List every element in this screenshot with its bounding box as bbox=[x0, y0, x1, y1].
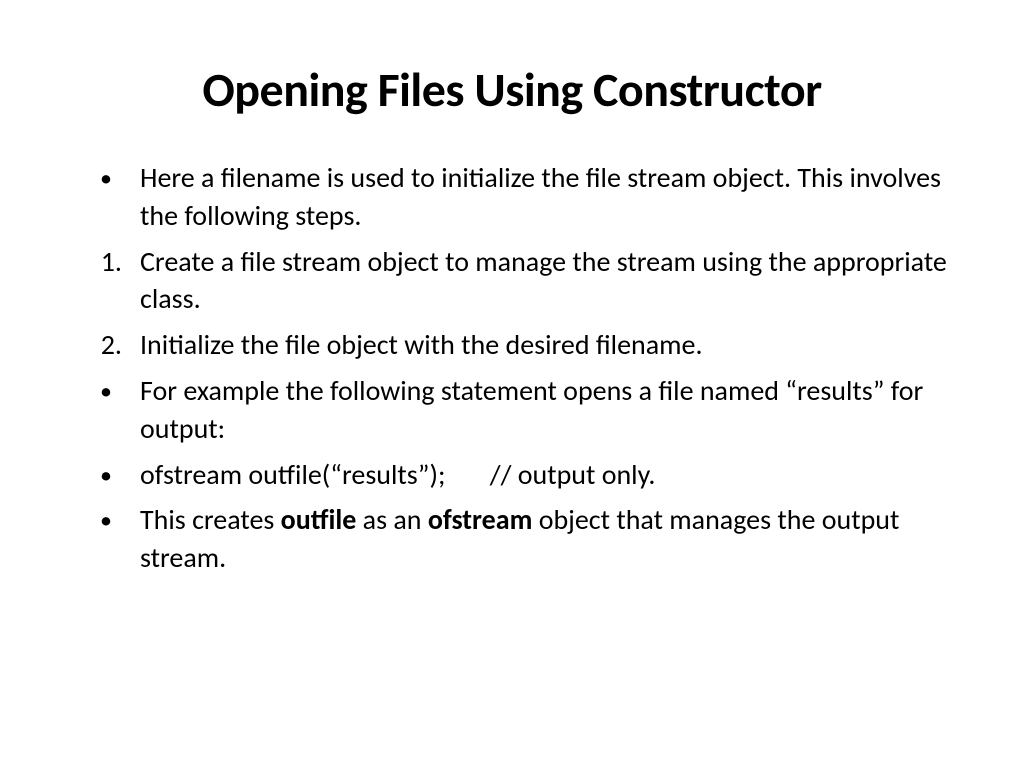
bullet-icon: • bbox=[100, 501, 140, 577]
slide-title: Opening Files Using Constructor bbox=[70, 60, 954, 119]
list-item: 2. Initialize the file object with the d… bbox=[70, 326, 954, 364]
list-item: • ofstream outfile(“results”); // output… bbox=[70, 456, 954, 494]
list-item: • Here a filename is used to initialize … bbox=[70, 159, 954, 235]
item-text: ofstream outfile(“results”); // output o… bbox=[140, 456, 954, 494]
item-text: Here a filename is used to initialize th… bbox=[140, 159, 954, 235]
bullet-icon: • bbox=[100, 456, 140, 494]
item-text-rich: This creates outfile as an ofstream obje… bbox=[140, 501, 954, 577]
number-marker: 2. bbox=[90, 326, 140, 364]
number-marker: 1. bbox=[90, 243, 140, 319]
list-item: • For example the following statement op… bbox=[70, 372, 954, 448]
slide-content: • Here a filename is used to initialize … bbox=[70, 159, 954, 577]
item-text: For example the following statement open… bbox=[140, 372, 954, 448]
list-item: • This creates outfile as an ofstream ob… bbox=[70, 501, 954, 577]
bullet-icon: • bbox=[100, 159, 140, 235]
list-item: 1. Create a file stream object to manage… bbox=[70, 243, 954, 319]
item-text: Initialize the file object with the desi… bbox=[140, 326, 954, 364]
bullet-icon: • bbox=[100, 372, 140, 448]
item-text: Create a file stream object to manage th… bbox=[140, 243, 954, 319]
